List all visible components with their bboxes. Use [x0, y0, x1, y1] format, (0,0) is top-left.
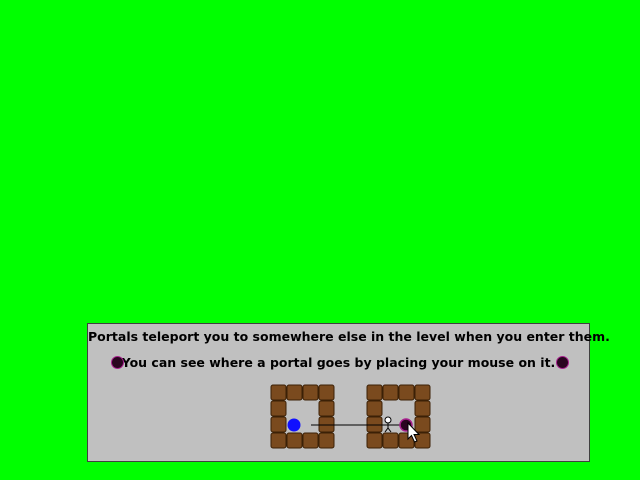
brick-tile [414, 400, 431, 417]
portal-entry-blue [287, 418, 301, 432]
brick-tile [414, 416, 431, 433]
brick-tile [366, 432, 383, 449]
brick-tile [398, 384, 415, 401]
brick-tile [318, 432, 335, 449]
brick-tile [286, 384, 303, 401]
brick-tile [270, 400, 287, 417]
brick-enclosure-right [366, 384, 431, 449]
brick-tile [414, 384, 431, 401]
brick-tile [382, 432, 399, 449]
brick-tile [302, 432, 319, 449]
brick-tile [302, 384, 319, 401]
brick-enclosure-left [270, 384, 335, 449]
portal-demo [270, 384, 431, 449]
brick-tile [270, 384, 287, 401]
player-icon [384, 416, 392, 433]
brick-tile [270, 416, 287, 433]
brick-tile [366, 384, 383, 401]
brick-tile [270, 432, 287, 449]
brick-tile [366, 400, 383, 417]
brick-tile [318, 400, 335, 417]
brick-tile [286, 432, 303, 449]
brick-tile [382, 384, 399, 401]
brick-tile [318, 384, 335, 401]
tutorial-panel: Portals teleport you to somewhere else i… [87, 323, 610, 462]
